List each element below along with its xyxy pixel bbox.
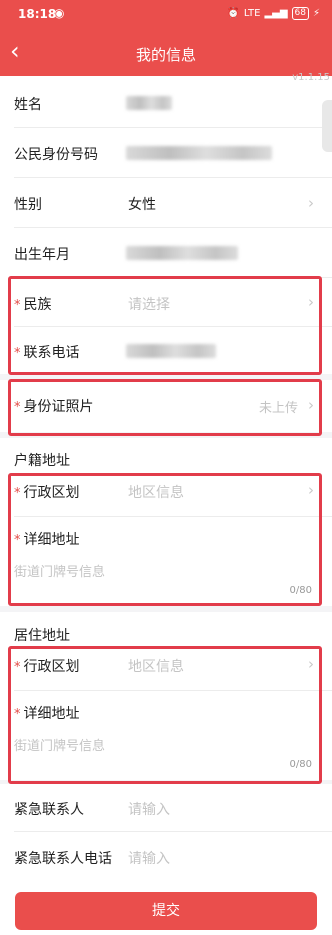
emergency-phone-label: 紧急联系人电话 xyxy=(14,851,112,867)
eye-icon: ◉ xyxy=(54,6,65,20)
emergency-contact-label: 紧急联系人 xyxy=(14,802,84,818)
status-right: ⏰ LTE ▂▄▆ 68 ⚡ xyxy=(227,7,320,20)
residence-section-title: 居住地址 xyxy=(14,628,70,644)
required-mark: * xyxy=(14,707,21,722)
ethnicity-placeholder: 请选择 xyxy=(128,297,170,313)
household-district-placeholder: 地区信息 xyxy=(128,485,184,501)
chevron-right-icon: › xyxy=(308,293,314,311)
submit-button[interactable]: 提交 xyxy=(15,892,317,930)
nav-bar: ‹ 我的信息 xyxy=(0,30,332,76)
emergency-contact-input[interactable]: 请输入 xyxy=(128,799,170,819)
id-number-redacted-value xyxy=(126,146,272,160)
signal-icon: ▂▄▆ xyxy=(264,8,288,19)
household-address-card: 户籍地址 * 行政区划 地区信息 › * 详细地址 街道门牌号信息 0/80 xyxy=(0,438,332,606)
required-mark: * xyxy=(14,533,21,548)
chevron-right-icon: › xyxy=(308,481,314,499)
household-section-title: 户籍地址 xyxy=(14,453,70,469)
household-detail-counter: 0/80 xyxy=(289,585,312,596)
residence-detail-label: * 详细地址 xyxy=(14,706,80,722)
charging-icon: ⚡ xyxy=(312,8,320,19)
ethnicity-row[interactable]: * 民族 请选择 › xyxy=(0,278,332,326)
chevron-right-icon: › xyxy=(308,655,314,673)
gender-label: 性别 xyxy=(14,197,42,213)
emergency-phone-input[interactable]: 请输入 xyxy=(128,848,170,868)
id-number-row: 公民身份号码 xyxy=(0,128,332,178)
phone-label: * 联系电话 xyxy=(14,345,80,361)
scroll-handle[interactable] xyxy=(322,100,332,152)
id-number-label: 公民身份号码 xyxy=(14,147,98,163)
residence-detail-input[interactable]: 街道门牌号信息 xyxy=(14,735,105,754)
residence-address-card: 居住地址 * 行政区划 地区信息 › * 详细地址 街道门牌号信息 0/80 xyxy=(0,612,332,780)
emergency-phone-row[interactable]: 紧急联系人电话 请输入 xyxy=(0,832,332,880)
household-detail-label: * 详细地址 xyxy=(14,532,80,548)
residence-detail-counter: 0/80 xyxy=(289,759,312,770)
phone-redacted-value xyxy=(126,344,216,358)
birth-redacted-value xyxy=(126,246,238,260)
id-photo-card[interactable]: * 身份证照片 未上传 › xyxy=(0,380,332,432)
residence-district-label: * 行政区划 xyxy=(14,659,80,675)
version-label: v1.1.15 xyxy=(292,72,330,83)
residence-district-row[interactable]: * 行政区划 地区信息 › xyxy=(0,650,332,690)
status-time: 18:18 xyxy=(18,7,57,21)
submit-bar: 提交 xyxy=(0,880,332,935)
page-title: 我的信息 xyxy=(135,46,196,64)
residence-district-placeholder: 地区信息 xyxy=(128,659,184,675)
required-mark: * xyxy=(14,486,21,501)
gender-value: 女性 xyxy=(128,197,156,213)
battery-level: 68 xyxy=(291,7,309,20)
chevron-right-icon: › xyxy=(308,396,314,414)
status-bar: 18:18 ◉ ⏰ LTE ▂▄▆ 68 ⚡ xyxy=(0,0,332,30)
name-row: 姓名 xyxy=(0,76,332,128)
required-mark: * xyxy=(14,298,21,313)
birth-label: 出生年月 xyxy=(14,247,70,263)
required-mark: * xyxy=(14,400,21,415)
household-district-label: * 行政区划 xyxy=(14,485,80,501)
ethnicity-label: * 民族 xyxy=(14,297,52,313)
basic-info-card: 姓名 公民身份号码 性别 女性 › 出生年月 * 民族 请选择 › * 联系电话 xyxy=(0,76,332,374)
network-label: LTE xyxy=(243,8,261,19)
phone-row[interactable]: * 联系电话 xyxy=(0,327,332,374)
emergency-contact-card: 紧急联系人 请输入 紧急联系人电话 请输入 xyxy=(0,784,332,880)
required-mark: * xyxy=(14,660,21,675)
id-photo-label: * 身份证照片 xyxy=(14,399,94,415)
id-photo-status: 未上传 xyxy=(258,401,298,416)
emergency-contact-row[interactable]: 紧急联系人 请输入 xyxy=(0,784,332,831)
chevron-right-icon: › xyxy=(308,194,314,212)
gender-row[interactable]: 性别 女性 › xyxy=(0,178,332,228)
birth-row: 出生年月 xyxy=(0,228,332,278)
residence-detail-row[interactable]: * 详细地址 街道门牌号信息 0/80 xyxy=(0,691,332,780)
required-mark: * xyxy=(14,346,21,361)
household-district-row[interactable]: * 行政区划 地区信息 › xyxy=(0,476,332,516)
household-detail-row[interactable]: * 详细地址 街道门牌号信息 0/80 xyxy=(0,517,332,606)
alarm-icon: ⏰ xyxy=(227,8,240,19)
name-label: 姓名 xyxy=(14,97,42,113)
name-redacted-value xyxy=(126,96,172,110)
household-detail-input[interactable]: 街道门牌号信息 xyxy=(14,561,105,580)
